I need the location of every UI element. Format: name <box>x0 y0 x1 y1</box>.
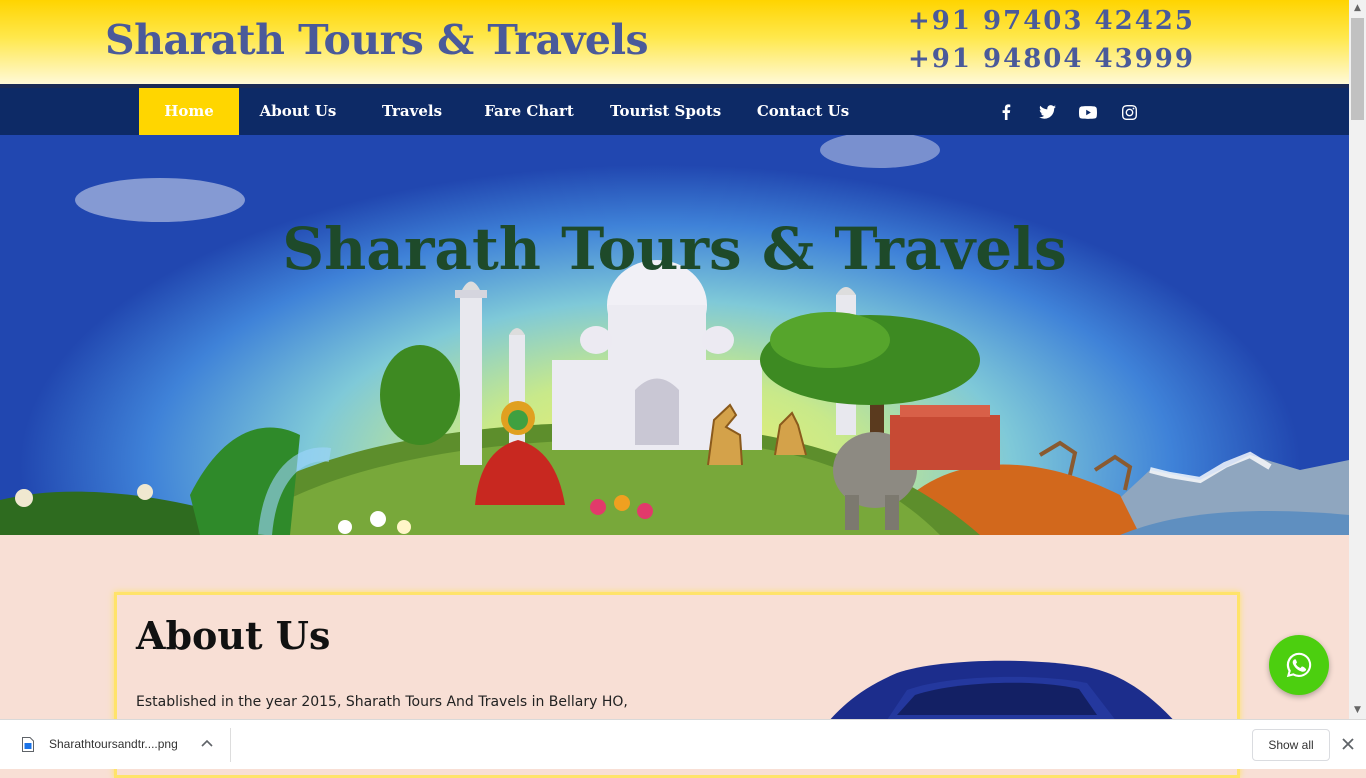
browser-download-bar: Sharathtoursandtr....png Show all <box>0 719 1366 769</box>
scroll-down-arrow-icon[interactable]: ▼ <box>1349 702 1366 719</box>
youtube-icon[interactable] <box>1077 101 1099 123</box>
nav-tourist-spots[interactable]: Tourist Spots <box>610 88 721 135</box>
download-divider <box>230 728 231 762</box>
twitter-icon[interactable] <box>1036 101 1058 123</box>
about-us-heading: About Us <box>136 613 331 658</box>
instagram-icon[interactable] <box>1118 101 1140 123</box>
nav-home[interactable]: Home <box>139 88 239 135</box>
top-header: Sharath Tours & Travels +91 97403 42425 … <box>0 0 1349 88</box>
page-scrollbar[interactable]: ▲ ▼ <box>1349 0 1366 719</box>
about-us-text: Established in the year 2015, Sharath To… <box>136 694 628 710</box>
site-brand-title[interactable]: Sharath Tours & Travels <box>105 16 649 64</box>
scroll-thumb[interactable] <box>1351 18 1364 120</box>
close-icon[interactable] <box>1340 736 1356 752</box>
image-file-icon <box>22 737 34 752</box>
scroll-up-arrow-icon[interactable]: ▲ <box>1349 0 1366 17</box>
nav-travels[interactable]: Travels <box>374 88 450 135</box>
whatsapp-button[interactable] <box>1269 635 1329 695</box>
hero-banner: Sharath Tours & Travels <box>0 135 1349 535</box>
whatsapp-icon <box>1286 652 1312 678</box>
nav-contact-us[interactable]: Contact Us <box>755 88 851 135</box>
phone-number-1[interactable]: +91 97403 42425 <box>908 6 1195 36</box>
show-all-downloads-button[interactable]: Show all <box>1252 729 1330 761</box>
nav-about-us[interactable]: About Us <box>255 88 341 135</box>
hero-title: Sharath Tours & Travels <box>282 215 1067 283</box>
facebook-icon[interactable] <box>995 101 1017 123</box>
hero-collage-image <box>0 135 1349 535</box>
phone-number-2[interactable]: +91 94804 43999 <box>908 44 1195 74</box>
chevron-up-icon[interactable] <box>199 736 215 752</box>
nav-fare-chart[interactable]: Fare Chart <box>483 88 575 135</box>
download-filename[interactable]: Sharathtoursandtr....png <box>49 737 178 751</box>
main-navbar: Home About Us Travels Fare Chart Tourist… <box>0 88 1349 135</box>
